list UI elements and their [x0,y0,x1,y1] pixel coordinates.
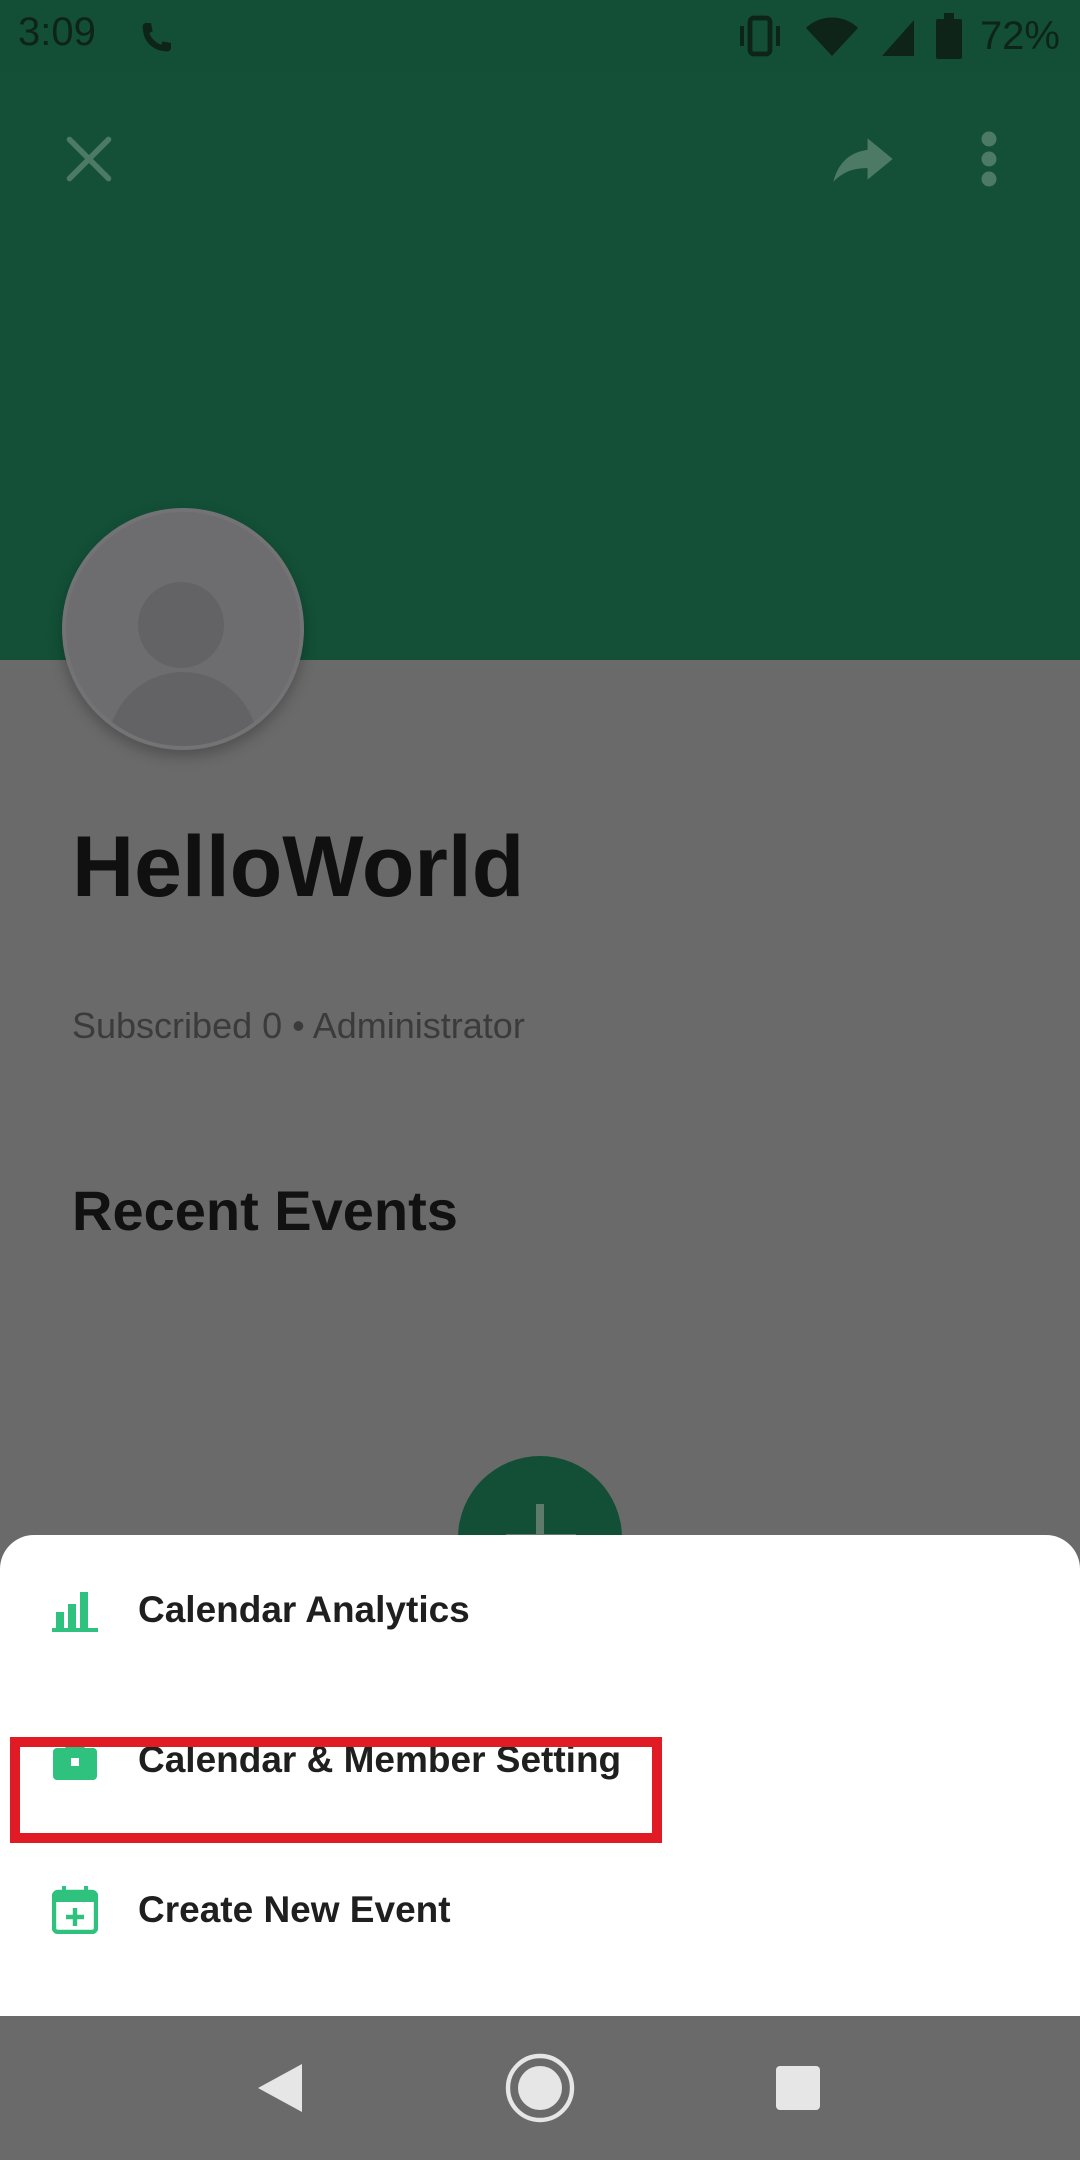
calendar-add-icon [50,1885,100,1935]
avatar-head [138,582,224,668]
avatar [62,508,304,750]
share-icon [833,138,893,182]
status-time: 3:09 [18,10,96,54]
call-icon [142,23,171,52]
back-icon [258,2064,302,2112]
highlight-box [10,1737,662,1843]
calendar-title: HelloWorld [72,819,525,915]
avatar-body [108,672,258,746]
recent-events-heading: Recent Events [72,1179,458,1242]
more-vert-icon [981,131,997,187]
menu-item-label: Calendar Analytics [138,1589,470,1630]
more-options-button[interactable] [934,104,1044,214]
share-button[interactable] [808,104,918,214]
bar-chart-icon [50,1585,100,1635]
wifi-icon [805,17,858,56]
battery-icon [935,13,962,59]
status-icons: 72% [734,10,1060,62]
back-button[interactable] [234,2042,326,2134]
home-icon [505,2053,575,2123]
menu-item-label: Create New Event [138,1889,451,1930]
vibrate-icon [739,15,780,57]
recents-icon [776,2066,820,2110]
battery-percent: 72% [979,13,1060,58]
close-button[interactable] [34,104,144,214]
navigation-bar [0,2016,1080,2160]
signal-icon [881,20,914,56]
status-bar: 3:09 72% [0,0,1080,72]
calendar-subtitle: Subscribed 0 • Administrator [72,1005,525,1046]
close-icon [66,136,112,182]
menu-item-calendar-analytics[interactable]: Calendar Analytics [0,1535,1080,1685]
menu-item-create-new-event[interactable]: Create New Event [0,1835,1080,1985]
recents-button[interactable] [752,2042,844,2134]
home-button[interactable] [494,2042,586,2134]
